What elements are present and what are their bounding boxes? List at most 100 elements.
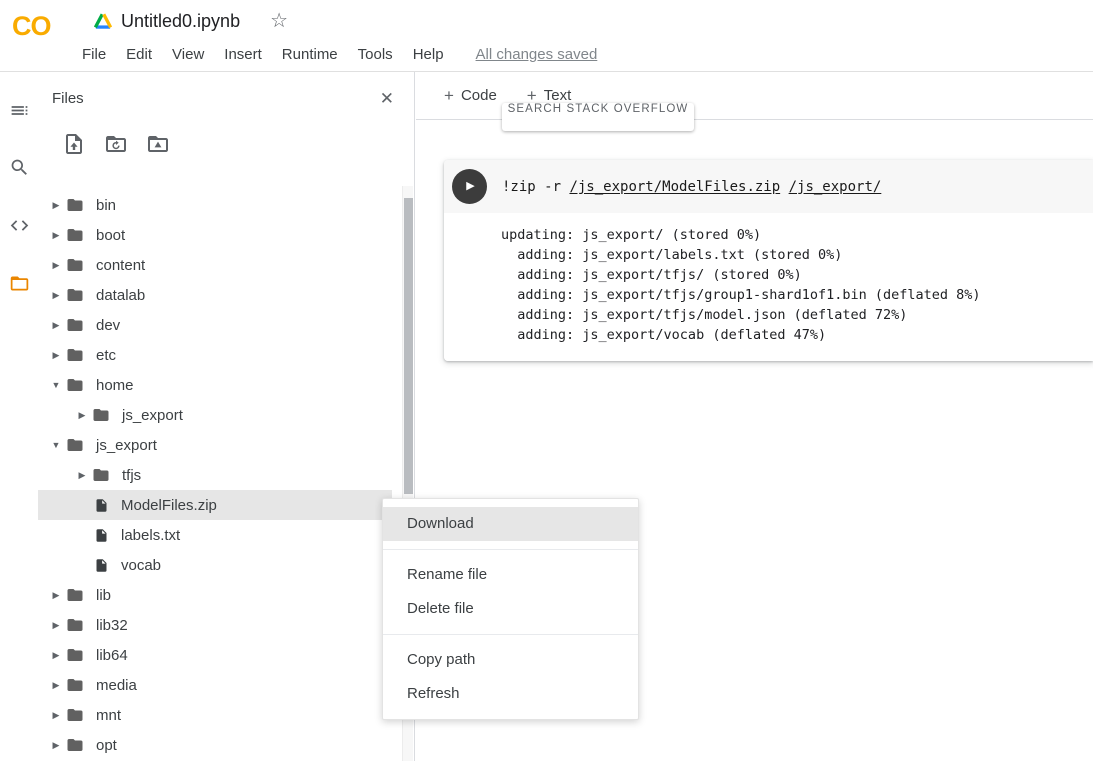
context-menu-refresh[interactable]: Refresh — [383, 677, 638, 711]
left-rail — [0, 72, 38, 761]
files-panel-toolbar — [62, 129, 414, 159]
tree-item-label: tfjs — [122, 467, 141, 484]
code-path-2: /js_export/ — [789, 179, 882, 195]
colab-logo-icon[interactable]: CO — [12, 11, 51, 42]
menubar: FileEditViewInsertRuntimeToolsHelp All ch… — [72, 41, 597, 67]
upload-button[interactable] — [62, 132, 86, 156]
chevron-down-icon[interactable]: ▼ — [48, 381, 64, 390]
menu-view[interactable]: View — [162, 44, 214, 65]
chevron-right-icon[interactable]: ▶ — [48, 261, 64, 270]
tree-item-label: datalab — [96, 287, 145, 304]
tree-item-lib[interactable]: ▶lib — [38, 580, 392, 610]
tree-item-label: home — [96, 377, 134, 394]
folder-icon — [92, 406, 110, 424]
folder-icon — [92, 466, 110, 484]
menu-divider — [383, 549, 638, 550]
files-tab-button[interactable] — [0, 264, 38, 302]
tree-item-etc[interactable]: ▶etc — [38, 340, 392, 370]
plus-icon: + — [527, 87, 537, 104]
chevron-right-icon[interactable]: ▶ — [48, 621, 64, 630]
chevron-right-icon[interactable]: ▶ — [48, 351, 64, 360]
tree-item-datalab[interactable]: ▶ datalab — [38, 280, 392, 310]
chevron-right-icon[interactable]: ▶ — [48, 321, 64, 330]
files-scrollbar-thumb[interactable] — [404, 198, 413, 494]
tree-item-dev[interactable]: ▶dev — [38, 310, 392, 340]
file-icon — [94, 558, 109, 573]
tree-item-label: lib64 — [96, 647, 128, 664]
chevron-right-icon[interactable]: ▶ — [48, 681, 64, 690]
tree-item-boot[interactable]: ▶boot — [38, 220, 392, 250]
folder-icon — [66, 346, 84, 364]
folder-icon — [66, 436, 84, 454]
menu-tools[interactable]: Tools — [348, 44, 403, 65]
context-menu-delete-file[interactable]: Delete file — [383, 592, 638, 626]
table-of-contents-button[interactable] — [0, 91, 38, 129]
add-code-button[interactable]: + Code — [444, 87, 497, 104]
chevron-down-icon[interactable]: ▼ — [48, 441, 64, 450]
folder-icon — [66, 316, 84, 334]
tree-item-lib64[interactable]: ▶ lib64 — [38, 640, 392, 670]
cell-output: updating: js_export/ (stored 0%) adding:… — [444, 213, 1093, 361]
folder-icon — [66, 586, 84, 604]
table-of-contents-icon — [9, 100, 30, 121]
file-tree: ▶bin▶boot▶content▶datalab▶dev▶etc▼home▶j… — [38, 190, 392, 761]
tree-item-vocab[interactable]: vocab — [38, 550, 392, 580]
notebook-title[interactable]: Untitled0.ipynb — [121, 11, 240, 32]
tree-item-label: js_export — [96, 437, 157, 454]
tree-item-label: js_export — [122, 407, 183, 424]
menu-edit[interactable]: Edit — [116, 44, 162, 65]
tree-item-label: vocab — [121, 557, 161, 574]
context-menu-download[interactable]: Download — [383, 507, 638, 541]
tree-item-js_export[interactable]: ▼ js_export — [38, 430, 392, 460]
tree-item-content[interactable]: ▶content — [38, 250, 392, 280]
tree-item-labels.txt[interactable]: labels.txt — [38, 520, 392, 550]
chevron-right-icon[interactable]: ▶ — [74, 471, 90, 480]
files-panel-header: Files ✕ — [38, 72, 414, 107]
folder-icon — [66, 376, 84, 394]
context-menu-copy-path[interactable]: Copy path — [383, 643, 638, 677]
folder-icon — [66, 646, 84, 664]
star-icon[interactable]: ☆ — [270, 11, 288, 31]
chevron-right-icon[interactable]: ▶ — [48, 201, 64, 210]
search-stack-overflow-button[interactable]: SEARCH STACK OVERFLOW — [502, 103, 694, 131]
drive-icon — [94, 13, 112, 29]
chevron-right-icon[interactable]: ▶ — [48, 741, 64, 750]
folder-icon — [66, 676, 84, 694]
file-icon — [94, 528, 109, 543]
tree-item-js_export[interactable]: ▶ js_export — [38, 400, 392, 430]
menu-runtime[interactable]: Runtime — [272, 44, 348, 65]
tree-item-mnt[interactable]: ▶mnt — [38, 700, 392, 730]
tree-item-tfjs[interactable]: ▶ tfjs — [38, 460, 392, 490]
tree-item-ModelFiles.zip[interactable]: ModelFiles.zip — [38, 490, 392, 520]
code-snippets-button[interactable] — [0, 206, 38, 244]
tree-item-lib32[interactable]: ▶lib32 — [38, 610, 392, 640]
chevron-right-icon[interactable]: ▶ — [48, 711, 64, 720]
save-status-link[interactable]: All changes saved — [476, 46, 598, 63]
menu-insert[interactable]: Insert — [214, 44, 272, 65]
menu-help[interactable]: Help — [403, 44, 454, 65]
code-icon — [9, 215, 30, 236]
context-menu-rename-file[interactable]: Rename file — [383, 558, 638, 592]
tree-item-home[interactable]: ▼ home — [38, 370, 392, 400]
search-button[interactable] — [0, 148, 38, 186]
mount-drive-button[interactable] — [146, 132, 170, 156]
tree-item-label: bin — [96, 197, 116, 214]
tree-item-media[interactable]: ▶media — [38, 670, 392, 700]
chevron-right-icon[interactable]: ▶ — [74, 411, 90, 420]
tree-item-opt[interactable]: ▶opt — [38, 730, 392, 760]
refresh-folder-button[interactable] — [104, 132, 128, 156]
code-line[interactable]: !zip -r /js_export/ModelFiles.zip /js_ex… — [502, 179, 881, 195]
chevron-right-icon[interactable]: ▶ — [48, 291, 64, 300]
menu-file[interactable]: File — [72, 44, 116, 65]
add-text-button[interactable]: + Text — [527, 87, 571, 104]
tree-item-bin[interactable]: ▶ bin — [38, 190, 392, 220]
chevron-right-icon[interactable]: ▶ — [48, 591, 64, 600]
chevron-right-icon[interactable]: ▶ — [48, 231, 64, 240]
close-icon[interactable]: ✕ — [380, 90, 394, 107]
folder-icon — [66, 616, 84, 634]
upload-file-icon — [62, 132, 86, 156]
plus-icon: + — [444, 87, 454, 104]
run-cell-button[interactable]: ▶ — [452, 169, 487, 204]
chevron-right-icon[interactable]: ▶ — [48, 651, 64, 660]
title-row: Untitled0.ipynb ☆ — [94, 8, 288, 34]
